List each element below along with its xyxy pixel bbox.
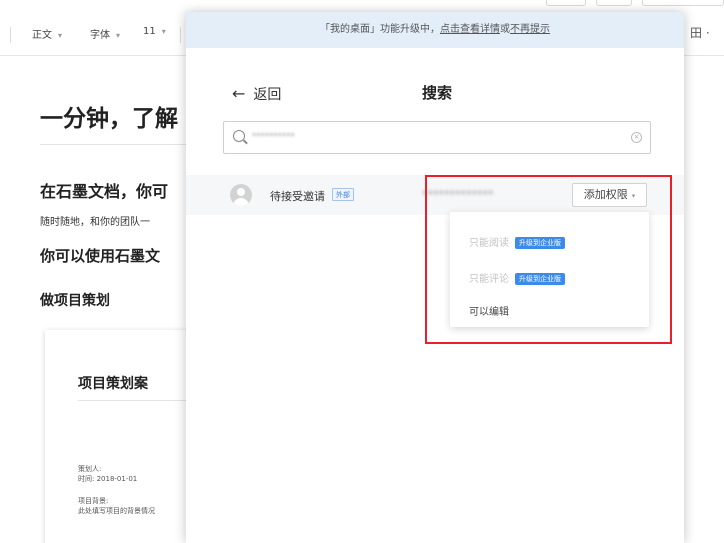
avatar [230, 184, 252, 206]
highlight-annotation-box [425, 175, 672, 344]
paragraph-style-select[interactable]: 正文 ▾ [32, 26, 62, 41]
card-line: 项目背景: [78, 497, 109, 505]
banner-text: 「我的桌面」功能升级中， [320, 24, 440, 35]
top-strip-button[interactable] [546, 0, 586, 6]
chevron-down-icon: ▾ [58, 31, 63, 40]
title-divider [40, 144, 190, 145]
table-insert-button[interactable]: 田 · [690, 24, 710, 41]
font-family-select[interactable]: 字体 ▾ [90, 26, 120, 41]
chevron-down-icon: ▾ [116, 31, 121, 40]
paragraph-style-label: 正文 [32, 30, 52, 41]
toolbar-divider [180, 27, 181, 43]
dialog-title: 搜索 [422, 84, 453, 102]
search-input[interactable] [252, 128, 372, 146]
back-button[interactable]: ← 返回 [232, 84, 281, 104]
font-size-select[interactable]: 11 ▾ [143, 26, 166, 37]
card-title: 项目策划案 [78, 376, 148, 392]
banner-details-link[interactable]: 点击查看详情 [440, 24, 500, 35]
card-line: 此处填写项目的背景情况 [78, 507, 155, 515]
external-badge: 外部 [332, 188, 354, 201]
banner-dismiss-link[interactable]: 不再提示 [510, 24, 550, 35]
font-size-label: 11 [143, 26, 156, 37]
document-heading: 你可以使用石墨文 [40, 247, 161, 265]
upgrade-notice-banner: 「我的桌面」功能升级中，点击查看详情或不再提示 [186, 12, 684, 48]
card-line: 策划人: [78, 465, 102, 473]
card-divider [78, 400, 188, 401]
user-name: 待接受邀请 [270, 190, 325, 203]
search-icon [233, 130, 245, 142]
document-paragraph: 随时随地，和你的团队一 [40, 217, 150, 228]
arrow-left-icon: ← [232, 84, 246, 103]
chevron-down-icon: ▾ [161, 27, 166, 36]
clear-icon[interactable]: × [631, 132, 642, 143]
toolbar-divider [10, 27, 11, 43]
search-box[interactable]: × [223, 121, 651, 154]
banner-separator: 或 [500, 24, 510, 35]
window-top-strip [0, 0, 724, 8]
top-strip-button[interactable] [642, 0, 724, 6]
font-family-label: 字体 [90, 30, 110, 41]
top-strip-button[interactable] [596, 0, 632, 6]
document-title: 一分钟，了解 [40, 106, 178, 132]
document-heading: 在石墨文档，你可 [40, 182, 169, 201]
card-line: 时间: 2018-01-01 [78, 475, 138, 483]
back-label: 返回 [253, 87, 282, 103]
template-card[interactable]: 项目策划案 策划人: 时间: 2018-01-01 项目背景: 此处填写项目的背… [45, 330, 205, 543]
document-subheading: 做项目策划 [40, 293, 110, 309]
